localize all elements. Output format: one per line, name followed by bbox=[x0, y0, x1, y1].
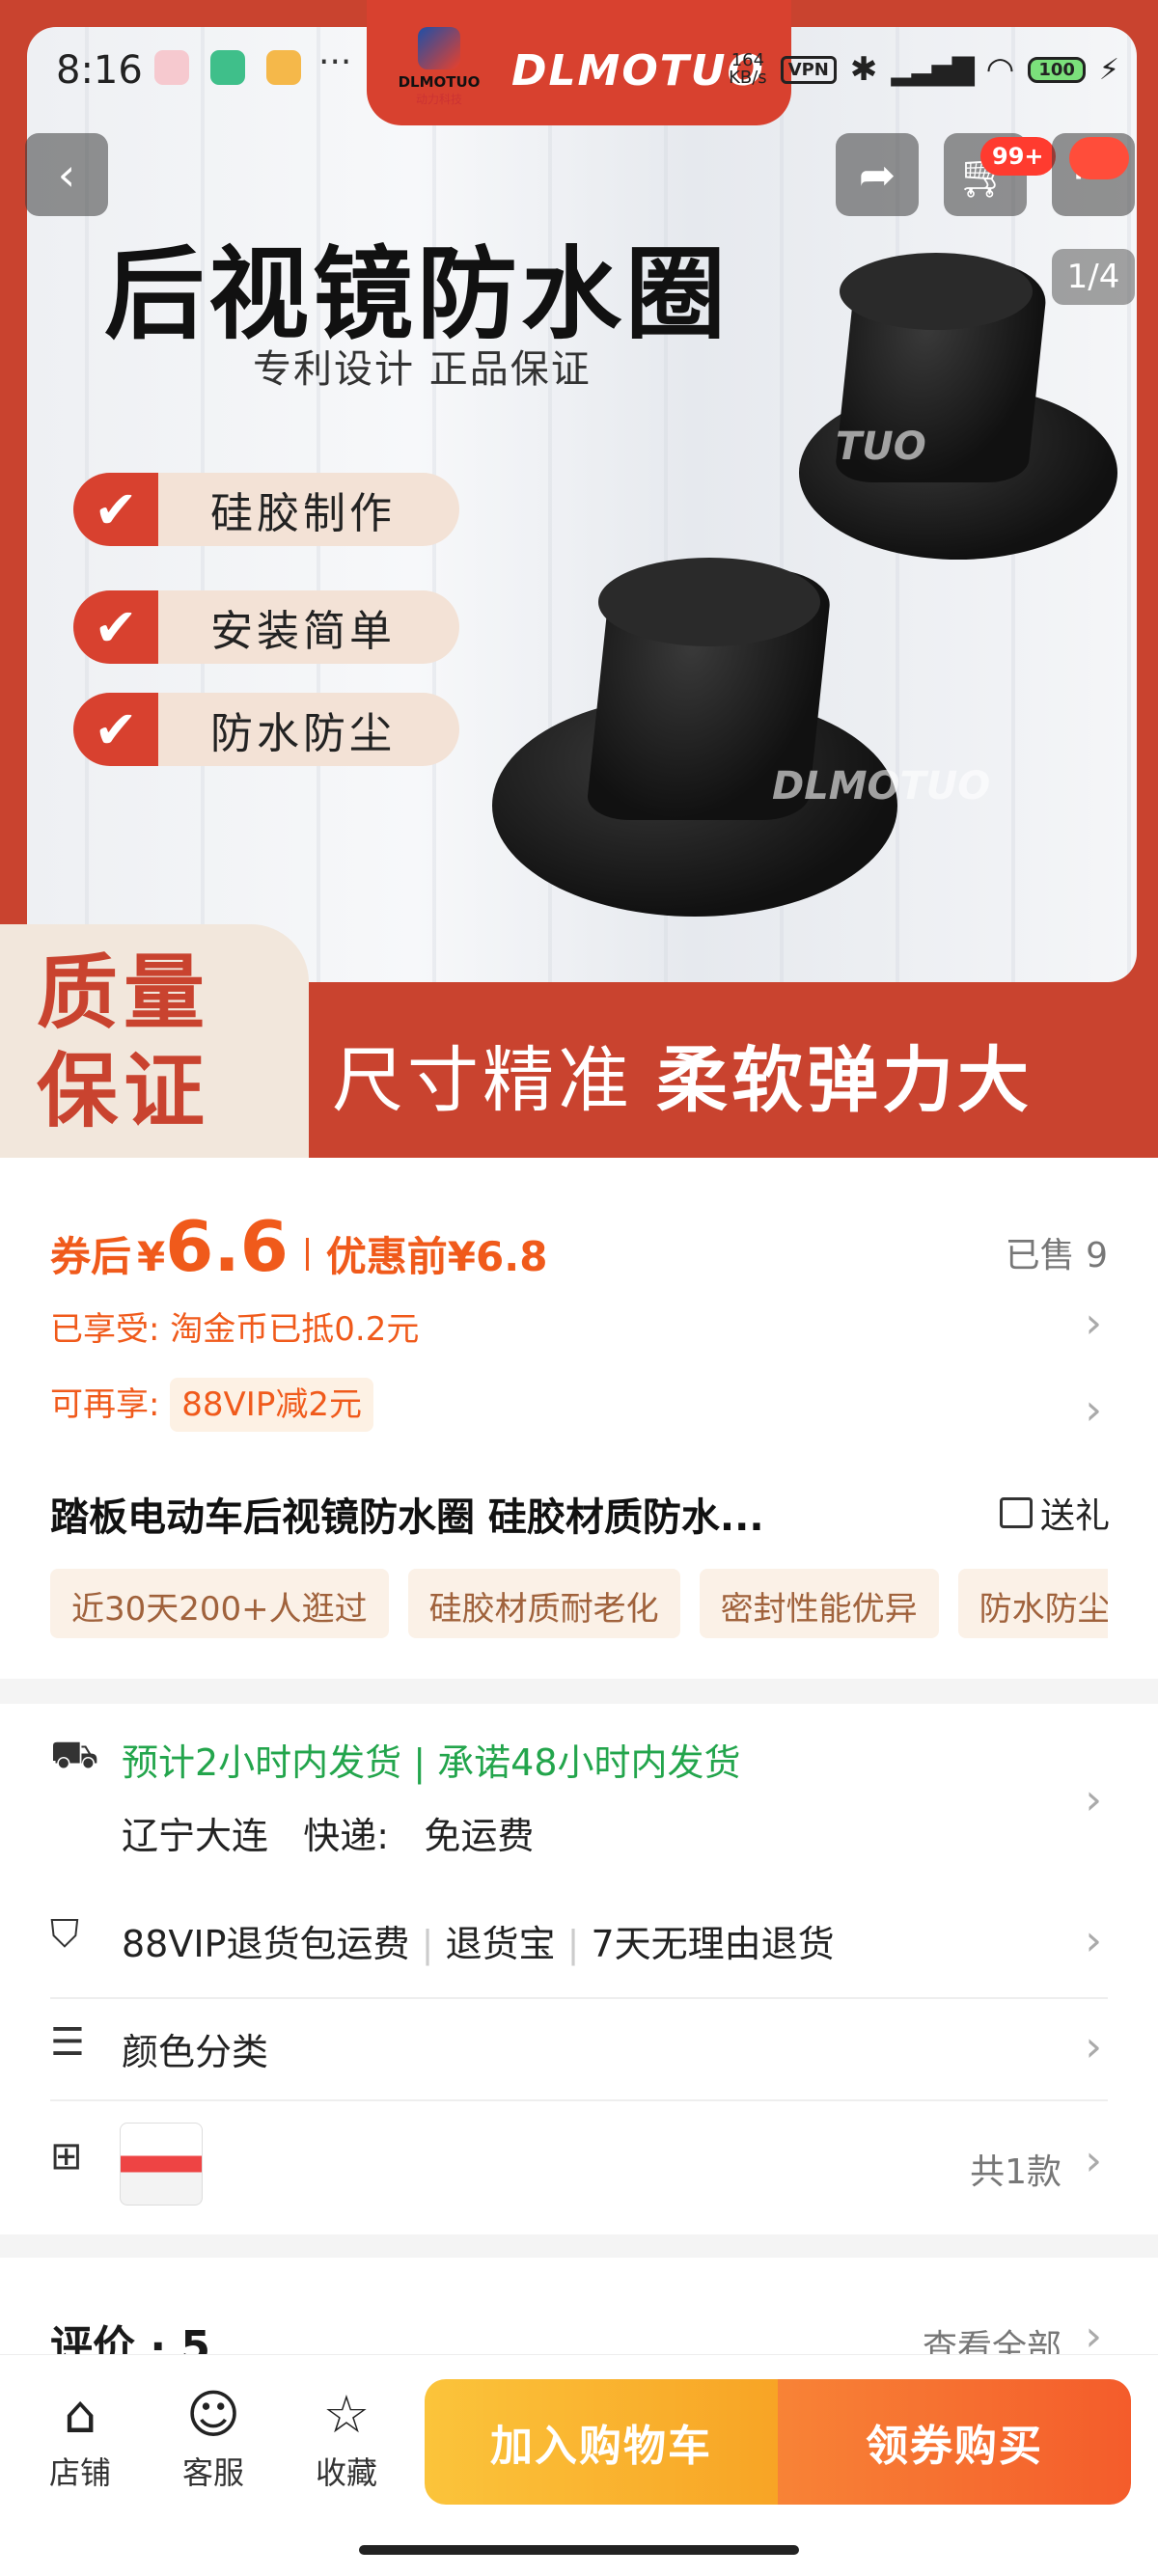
shop-icon: ⌂ bbox=[63, 2384, 97, 2445]
divider bbox=[50, 2099, 1108, 2101]
hero-subtitle: 专利设计 正品保证 bbox=[253, 347, 592, 392]
chevron-right-icon: › bbox=[1085, 1916, 1102, 1965]
product-photo-seal bbox=[598, 558, 820, 646]
status-right: 164 KB/s VPN ✱ ▂▃▅▇ ◠ 100 ⚡ bbox=[729, 50, 1119, 89]
variant-row[interactable]: ☰ 颜色分类 bbox=[50, 2018, 1108, 2086]
shield-icon: ⛉ bbox=[50, 1912, 79, 1957]
wifi-icon: ◠ bbox=[985, 50, 1015, 89]
price-line: 券后 ¥ 6.6 优惠前¥6.8 bbox=[50, 1206, 548, 1287]
original-price: 优惠前¥6.8 bbox=[325, 1233, 548, 1280]
product-title: 踏板电动车后视镜防水圈 硅胶材质防水... bbox=[50, 1495, 764, 1540]
shipping-origin: 辽宁大连 快递: 免运费 bbox=[122, 1815, 535, 1857]
product-tag: 硅胶材质耐老化 bbox=[407, 1569, 680, 1638]
hero-slogan: 尺寸精准 柔软弹力大 bbox=[332, 1039, 1033, 1122]
product-hero-image[interactable]: DLMOTUO 动力科技 DLMOTUO 8:16 ··· 164 KB/s V… bbox=[0, 0, 1158, 1158]
hero-title: 后视镜防水圈 bbox=[104, 235, 731, 353]
share-button[interactable]: ➦ bbox=[836, 133, 919, 216]
divider bbox=[50, 1997, 1108, 1999]
star-icon: ☆ bbox=[322, 2384, 371, 2445]
image-page-indicator: 1/4 bbox=[1052, 249, 1135, 305]
quality-text: 质量保证 bbox=[37, 945, 211, 1138]
variant-thumbnail[interactable] bbox=[120, 2123, 203, 2206]
back-button[interactable]: ‹ bbox=[25, 133, 108, 216]
grid-icon: ⊞ bbox=[50, 2134, 83, 2179]
clipboard-icon: ☰ bbox=[50, 2020, 85, 2065]
notification-app-icon bbox=[266, 50, 301, 85]
service-row[interactable]: ⛉ 88VIP退货包运费 | 退货宝 | 7天无理由退货 bbox=[50, 1910, 1108, 1978]
vip-discount-row[interactable]: 可再享: 88VIP减2元 bbox=[50, 1378, 373, 1432]
coin-discount-row[interactable]: 已享受: 淘金币已抵0.2元 bbox=[50, 1302, 419, 1350]
battery-icon: 100 bbox=[1028, 56, 1086, 83]
chevron-right-icon: › bbox=[1085, 2022, 1102, 2071]
feature-badge: ✔ 硅胶制作 bbox=[73, 473, 459, 546]
status-bar: 8:16 ··· 164 KB/s VPN ✱ ▂▃▅▇ ◠ 100 ⚡ bbox=[0, 0, 1158, 135]
chevron-right-icon: › bbox=[1085, 1775, 1102, 1824]
cart-count-badge: 99+ bbox=[980, 137, 1056, 176]
feature-badge: ✔ 防水防尘 bbox=[73, 693, 459, 766]
bluetooth-icon: ✱ bbox=[849, 50, 878, 89]
favorite-button[interactable]: ☆ 收藏 bbox=[293, 2381, 400, 2493]
notification-app-icon bbox=[154, 50, 189, 85]
watermark: TUO bbox=[836, 425, 926, 469]
dispatch-time: 预计2小时内发货 | 承诺48小时内发货 bbox=[122, 1741, 741, 1784]
check-icon: ✔ bbox=[94, 596, 138, 658]
net-speed: 164 KB/s bbox=[729, 50, 767, 88]
home-indicator bbox=[359, 2545, 799, 2555]
shipping-row[interactable]: ⛟ 预计2小时内发货 | 承诺48小时内发货 辽宁大连 快递: 免运费 bbox=[50, 1733, 1108, 1858]
truck-icon: ⛟ bbox=[50, 1733, 99, 1777]
check-icon: ✔ bbox=[94, 699, 138, 760]
product-photo-seal bbox=[840, 253, 1033, 330]
more-notifications-icon: ··· bbox=[318, 42, 352, 82]
gift-icon bbox=[999, 1497, 1033, 1528]
notification-app-icon bbox=[210, 50, 245, 85]
chevron-right-icon: › bbox=[1085, 1299, 1102, 1348]
product-tag: 近30天200+人逛过 bbox=[50, 1569, 389, 1638]
divider bbox=[305, 1238, 309, 1271]
chat-face-icon: ☺ bbox=[185, 2384, 241, 2445]
variant-thumbnail-row[interactable]: ⊞ bbox=[50, 2130, 1108, 2198]
vpn-icon: VPN bbox=[780, 55, 837, 84]
watermark: DLMOTUO bbox=[772, 764, 991, 808]
buy-with-coupon-button[interactable]: 领券购买 bbox=[778, 2379, 1131, 2505]
charging-icon: ⚡ bbox=[1098, 52, 1119, 87]
sold-count: 已售 9 bbox=[1005, 1236, 1108, 1275]
chevron-right-icon: › bbox=[1085, 2136, 1102, 2185]
status-time: 8:16 bbox=[56, 48, 143, 93]
shop-button[interactable]: ⌂ 店铺 bbox=[27, 2381, 133, 2493]
chevron-right-icon: › bbox=[1085, 1385, 1102, 1435]
check-icon: ✔ bbox=[94, 479, 138, 540]
add-to-cart-button[interactable]: 加入购物车 bbox=[425, 2379, 778, 2505]
product-tags: 近30天200+人逛过 硅胶材质耐老化 密封性能优异 防水防尘 bbox=[50, 1569, 1108, 1638]
price-value: 6.6 bbox=[165, 1206, 289, 1287]
signal-icon: ▂▃▅▇ bbox=[891, 52, 974, 87]
vip-chip: 88VIP减2元 bbox=[170, 1378, 373, 1432]
product-tag: 防水防尘 bbox=[957, 1569, 1108, 1638]
variant-count: 共1款 bbox=[970, 2152, 1062, 2192]
chevron-left-icon: ‹ bbox=[57, 149, 76, 201]
feature-badge: ✔ 安装简单 bbox=[73, 590, 459, 664]
share-icon: ➦ bbox=[858, 149, 896, 201]
customer-service-button[interactable]: ☺ 客服 bbox=[160, 2381, 266, 2493]
product-tag: 密封性能优异 bbox=[699, 1569, 939, 1638]
gift-button[interactable]: 送礼 bbox=[999, 1488, 1110, 1538]
message-badge bbox=[1069, 137, 1129, 179]
